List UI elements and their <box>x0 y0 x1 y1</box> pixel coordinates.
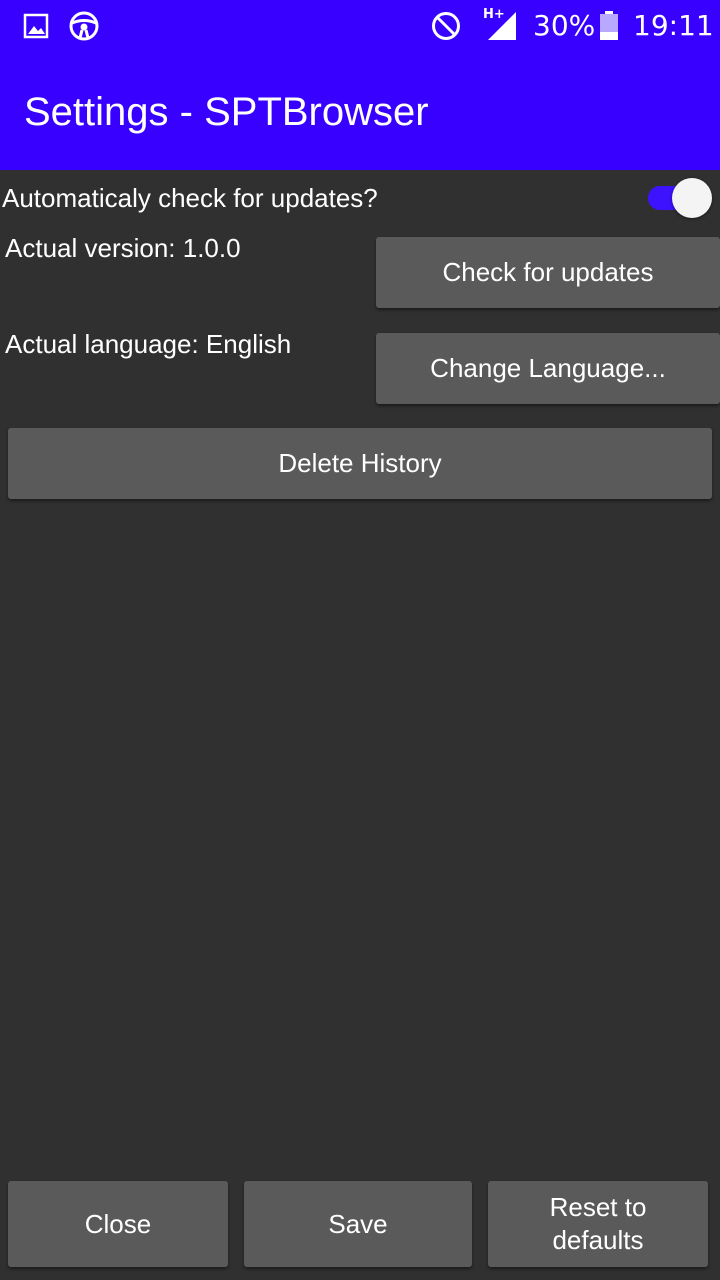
status-bar: H+ 30% 19:11 <box>0 0 720 52</box>
delete-history-label: Delete History <box>278 448 442 478</box>
auto-update-label: Automaticaly check for updates? <box>2 183 378 213</box>
battery-icon <box>600 11 618 40</box>
version-label: Actual version: 1.0.0 <box>5 233 241 263</box>
language-label: Actual language: English <box>5 329 292 359</box>
close-button[interactable]: Close <box>8 1181 228 1267</box>
network-type-label: H+ <box>483 7 505 22</box>
do-not-disturb-icon <box>432 12 460 40</box>
auto-update-switch[interactable] <box>646 176 714 220</box>
reset-to-defaults-button[interactable]: Reset to defaults <box>488 1181 708 1267</box>
switch-thumb <box>672 178 712 218</box>
change-language-label: Change Language... <box>430 353 666 383</box>
save-button[interactable]: Save <box>244 1181 472 1267</box>
image-icon <box>23 13 49 39</box>
steering-wheel-icon <box>69 11 99 41</box>
app-bar: H+ 30% 19:11 Settings - SPTBrowser <box>0 0 720 170</box>
close-button-label: Close <box>84 1208 152 1239</box>
delete-history-button[interactable]: Delete History <box>8 428 712 499</box>
reset-button-label: Reset to defaults <box>549 1192 647 1255</box>
clock: 19:11 <box>633 9 714 42</box>
save-button-label: Save <box>328 1208 388 1239</box>
check-for-updates-label: Check for updates <box>442 257 654 287</box>
page-title: Settings - SPTBrowser <box>24 90 429 134</box>
change-language-button[interactable]: Change Language... <box>376 333 720 404</box>
check-for-updates-button[interactable]: Check for updates <box>376 237 720 308</box>
battery-percent: 30% <box>533 9 596 42</box>
